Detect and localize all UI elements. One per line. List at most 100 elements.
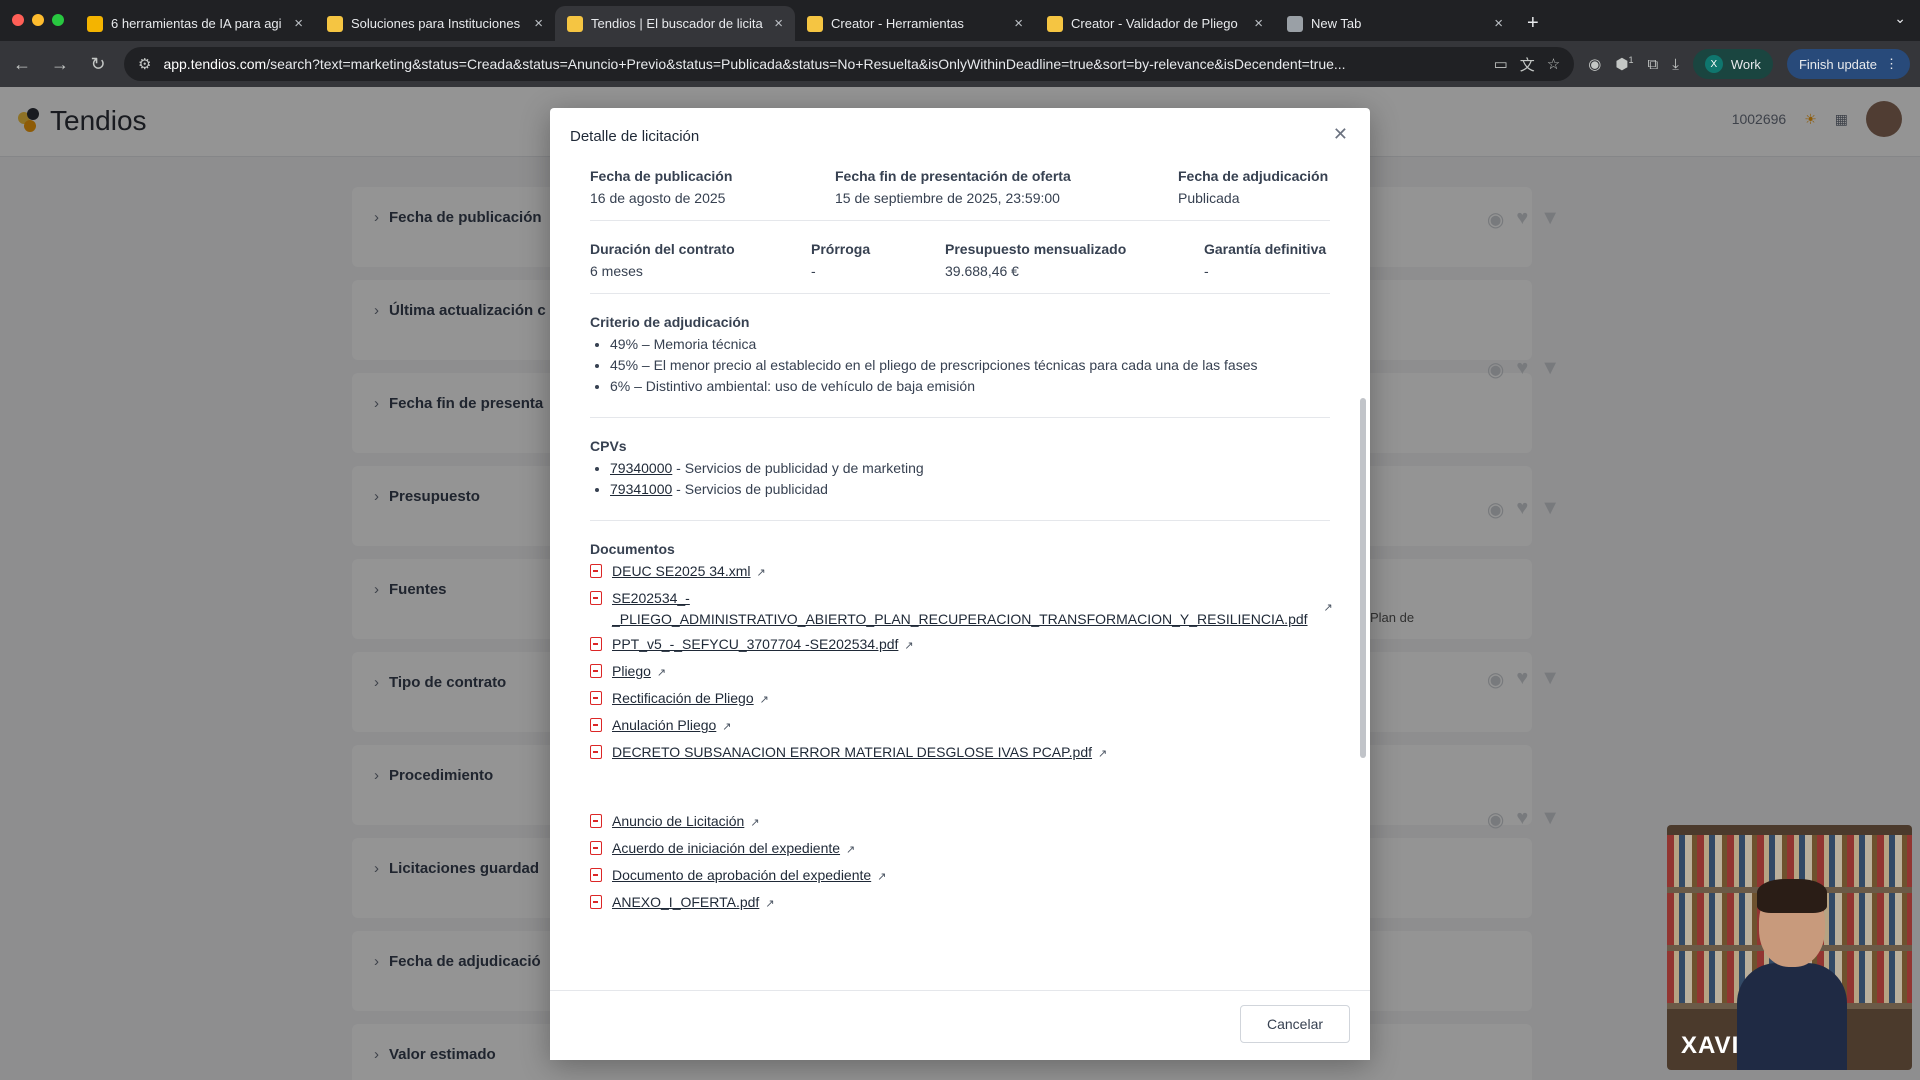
external-link-icon[interactable]: ↗ <box>904 640 913 652</box>
external-link-icon[interactable]: ↗ <box>765 898 774 910</box>
documents-title: Documentos <box>590 541 675 557</box>
document-item: PPT_v5_-_SEFYCU_3707704 -SE202534.pdf ↗ <box>590 634 1330 657</box>
document-item: Anulación Pliego ↗ <box>590 715 1330 738</box>
tab-close-icon[interactable]: × <box>294 15 303 32</box>
external-link-icon[interactable]: ↗ <box>877 871 886 883</box>
profile-label: Work <box>1730 56 1761 72</box>
finish-update-label: Finish update <box>1798 56 1877 72</box>
minimize-window-button[interactable] <box>32 14 44 26</box>
pdf-file-icon <box>590 591 602 605</box>
reload-icon[interactable]: ↻ <box>86 54 110 75</box>
tab-close-icon[interactable]: × <box>534 15 543 32</box>
external-link-icon[interactable]: ↗ <box>760 694 769 706</box>
external-link-icon[interactable]: ↗ <box>1098 748 1107 760</box>
profile-button[interactable]: X Work <box>1692 49 1773 79</box>
bookmark-star-icon[interactable]: ☆ <box>1547 55 1560 73</box>
pdf-file-icon <box>590 564 602 578</box>
browser-tab-strip: 6 herramientas de IA para agi × Soluciones… <box>0 0 1920 41</box>
document-item: DEUC SE2025 34.xml ↗ <box>590 561 1330 584</box>
url-text[interactable]: app.tendios.com/search?text=marketing&st… <box>163 56 1481 72</box>
document-link-line: SE202534_- <box>612 590 690 606</box>
tab-title: Creator - Validador de Pliego <box>1071 16 1238 31</box>
address-bar[interactable]: ⚙ app.tendios.com/search?text=marketing&… <box>124 47 1575 81</box>
external-link-icon[interactable]: ↗ <box>757 567 766 579</box>
browser-tab[interactable]: Creator - Validador de Pliego × <box>1035 6 1275 41</box>
download-icon[interactable]: ⤓ <box>1672 56 1679 73</box>
tender-detail-modal: Detalle de licitación ✕ Fecha de publica… <box>550 108 1370 1060</box>
document-link[interactable]: Anulación Pliego <box>612 717 716 733</box>
document-link[interactable]: Rectificación de Pliego <box>612 690 754 706</box>
document-link[interactable]: Anuncio de Licitación <box>612 813 744 829</box>
criteria-item: 6% – Distintivo ambiental: uso de vehícu… <box>610 376 1330 397</box>
contract-row: Duración del contrato 6 meses Prórroga -… <box>590 221 1330 294</box>
close-window-button[interactable] <box>12 14 24 26</box>
tab-title: 6 herramientas de IA para agi <box>111 16 282 31</box>
document-link[interactable]: PPT_v5_-_SEFYCU_3707704 -SE202534.pdf <box>612 636 898 652</box>
pdf-file-icon <box>590 868 602 882</box>
tab-list: 6 herramientas de IA para agi × Soluciones… <box>75 6 1539 41</box>
tab-favicon-icon <box>87 15 103 32</box>
site-info-icon[interactable]: ⚙ <box>138 55 151 73</box>
tab-title: Tendios | El buscador de licita <box>591 16 763 31</box>
pdf-file-icon <box>590 637 602 651</box>
cpv-description: - Servicios de publicidad y de marketing <box>672 460 924 476</box>
browser-tab[interactable]: 6 herramientas de IA para agi × <box>75 6 315 41</box>
document-item: Rectificación de Pliego ↗ <box>590 688 1330 711</box>
guarantee: Garantía definitiva - <box>1204 241 1327 279</box>
tab-title: Creator - Herramientas <box>831 16 964 31</box>
document-link[interactable]: DEUC SE2025 34.xml <box>612 563 751 579</box>
pdf-file-icon <box>590 664 602 678</box>
finish-update-button[interactable]: Finish update ⋮ <box>1786 49 1910 79</box>
modal-scrollbar[interactable] <box>1360 398 1366 758</box>
tab-close-icon[interactable]: × <box>1494 15 1503 32</box>
browser-tab[interactable]: New Tab × <box>1275 6 1515 41</box>
document-link[interactable]: ANEXO_I_OFERTA.pdf <box>612 894 759 910</box>
tab-close-icon[interactable]: × <box>774 15 783 32</box>
pdf-file-icon <box>590 745 602 759</box>
tab-favicon-icon <box>327 15 343 32</box>
document-link[interactable]: SE202534_- _PLIEGO_ADMINISTRATIVO_ABIERTO… <box>612 588 1308 630</box>
tab-title: New Tab <box>1311 16 1362 31</box>
tab-favicon-icon <box>1287 15 1303 32</box>
cpv-item: 79341000 - Servicios de publicidad <box>610 479 1330 500</box>
tab-search-icon[interactable]: ⌄ <box>1894 10 1906 27</box>
browser-tab[interactable]: Tendios | El buscador de licita × <box>555 6 795 41</box>
pdf-file-icon <box>590 841 602 855</box>
browser-tab[interactable]: Creator - Herramientas × <box>795 6 1035 41</box>
cpv-code-link[interactable]: 79340000 <box>610 460 672 476</box>
document-link[interactable]: Acuerdo de iniciación del expediente <box>612 840 840 856</box>
external-link-icon[interactable]: ↗ <box>846 844 855 856</box>
translate-icon[interactable]: 文 <box>1520 54 1535 75</box>
document-link[interactable]: Documento de aprobación del expediente <box>612 867 871 883</box>
extension-badge-icon[interactable]: ⬢1 <box>1615 55 1633 73</box>
document-link[interactable]: Pliego <box>612 663 651 679</box>
external-link-icon[interactable]: ↗ <box>657 667 666 679</box>
browser-tab[interactable]: Soluciones para Instituciones × <box>315 6 555 41</box>
extension: Prórroga - <box>811 241 871 279</box>
extension-icon[interactable]: ◉ <box>1588 55 1601 73</box>
page-content: Tendios 1002696 ☀ ▦ › Fecha de publicació… <box>0 87 1920 1080</box>
browser-toolbar: ← → ↻ ⚙ app.tendios.com/search?text=mark… <box>0 41 1920 87</box>
document-item: DECRETO SUBSANACION ERROR MATERIAL DESGL… <box>590 742 1330 765</box>
cancel-button[interactable]: Cancelar <box>1240 1005 1350 1043</box>
new-tab-icon[interactable]: + <box>1527 12 1539 35</box>
cpv-code-link[interactable]: 79341000 <box>610 481 672 497</box>
tab-close-icon[interactable]: × <box>1254 15 1263 32</box>
documents-section: Documentos DEUC SE2025 34.xml ↗ SE202534_-… <box>590 521 1333 939</box>
install-app-icon[interactable]: ▭ <box>1494 55 1508 73</box>
back-icon[interactable]: ← <box>10 54 34 75</box>
tab-close-icon[interactable]: × <box>1014 15 1023 32</box>
close-icon[interactable]: ✕ <box>1333 124 1348 145</box>
external-link-icon[interactable]: ↗ <box>750 817 759 829</box>
external-link-icon[interactable]: ↗ <box>722 721 731 733</box>
maximize-window-button[interactable] <box>52 14 64 26</box>
forward-icon[interactable]: → <box>48 54 72 75</box>
criteria-item: 45% – El menor precio al establecido en … <box>610 355 1330 376</box>
extensions-puzzle-icon[interactable]: ⧉ <box>1647 56 1658 73</box>
criteria-item: 49% – Memoria técnica <box>610 334 1330 355</box>
document-link[interactable]: DECRETO SUBSANACION ERROR MATERIAL DESGL… <box>612 744 1092 760</box>
contract-duration: Duración del contrato 6 meses <box>590 241 735 279</box>
modal-body[interactable]: Fecha de publicación 16 de agosto de 202… <box>550 148 1370 990</box>
more-options-icon[interactable]: ⋮ <box>1885 56 1898 72</box>
external-link-icon[interactable]: ↗ <box>1324 598 1333 619</box>
